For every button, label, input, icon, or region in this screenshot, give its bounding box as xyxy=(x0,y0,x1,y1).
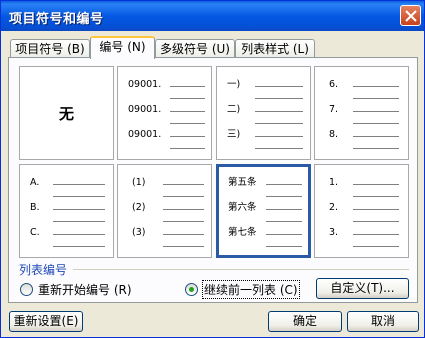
close-icon xyxy=(405,10,417,22)
numbering-option-letters[interactable]: A. B. C. xyxy=(19,164,114,258)
tab-bullets[interactable]: 项目符号 (B) xyxy=(10,39,90,59)
radio-button-checked[interactable] xyxy=(185,283,198,296)
item-number: 6. xyxy=(329,79,339,90)
item-number: C. xyxy=(30,227,40,238)
item-number: 1. xyxy=(329,177,339,188)
item-number: (2) xyxy=(132,202,146,213)
restart-numbering-radio[interactable]: 重新开始编号 (R) xyxy=(20,281,132,298)
numbering-option-chinese-paren[interactable]: 一) 二) 三) xyxy=(216,66,311,160)
list-item: 第七条 xyxy=(219,226,308,240)
ok-button[interactable]: 确定 xyxy=(268,311,342,332)
tab-list-styles[interactable]: 列表样式 (L) xyxy=(235,39,315,59)
continue-list-radio[interactable]: 继续前一列表 (C) xyxy=(185,280,300,299)
numbering-option-6-7-8[interactable]: 6. 7. 8. xyxy=(314,66,409,160)
list-numbering-group-label: 列表编号 xyxy=(19,263,68,277)
title-bar[interactable]: 项目符号和编号 xyxy=(1,1,424,31)
reset-button[interactable]: 重新设置(E) xyxy=(9,311,83,332)
tab-multilevel[interactable]: 多级符号 (U) xyxy=(155,39,235,59)
list-item: A. xyxy=(20,176,113,190)
list-item: 8. xyxy=(315,128,408,142)
list-item: 二) xyxy=(217,103,310,117)
list-item: C. xyxy=(20,226,113,240)
item-number: (1) xyxy=(132,177,146,188)
list-item: 6. xyxy=(315,78,408,92)
list-item: (2) xyxy=(118,201,211,215)
item-number: 09001. xyxy=(128,79,162,90)
item-number: B. xyxy=(30,202,40,213)
list-item: (3) xyxy=(118,226,211,240)
list-item: 第六条 xyxy=(219,201,308,215)
numbering-option-paren-digits[interactable]: (1) (2) (3) xyxy=(117,164,212,258)
item-number: 一) xyxy=(227,79,241,90)
numbering-option-1-2-3[interactable]: 1. 2. 3. xyxy=(314,164,409,258)
numbering-option-articles-selected[interactable]: 第五条 第六条 第七条 xyxy=(216,164,311,258)
tab-numbering[interactable]: 编号 (N) xyxy=(90,36,155,59)
item-number: 09001. xyxy=(128,104,162,115)
numbering-option-none[interactable]: 无 xyxy=(19,66,114,160)
list-item: 一) xyxy=(217,78,310,92)
continue-list-label: 继续前一列表 (C) xyxy=(202,280,300,299)
item-number: 二) xyxy=(227,104,241,115)
list-item: 2. xyxy=(315,201,408,215)
customize-button[interactable]: 自定义(T)... xyxy=(316,278,409,299)
list-item: 1. xyxy=(315,176,408,190)
item-number: 09001. xyxy=(128,129,162,140)
list-item: (1) xyxy=(118,176,211,190)
bullets-and-numbering-dialog: 项目符号和编号 项目符号 (B) 编号 (N) 多级符号 (U) 列表样式 (L… xyxy=(0,0,425,338)
list-item: 09001. xyxy=(118,128,211,142)
radio-button[interactable] xyxy=(20,283,33,296)
dialog-title: 项目符号和编号 xyxy=(9,12,104,27)
item-number: 三) xyxy=(227,129,241,140)
close-button[interactable] xyxy=(400,5,421,26)
group-divider xyxy=(73,269,409,270)
item-number: A. xyxy=(30,177,40,188)
list-item: 09001. xyxy=(118,78,211,92)
item-number: (3) xyxy=(132,227,146,238)
list-item: 7. xyxy=(315,103,408,117)
numbering-option-09001[interactable]: 09001. 09001. 09001. xyxy=(117,66,212,160)
cancel-button[interactable]: 取消 xyxy=(347,311,419,332)
item-number: 第六条 xyxy=(228,202,257,213)
none-label: 无 xyxy=(58,104,74,123)
item-number: 8. xyxy=(329,129,339,140)
list-item: 09001. xyxy=(118,103,211,117)
item-number: 2. xyxy=(329,202,339,213)
list-item: 三) xyxy=(217,128,310,142)
item-number: 3. xyxy=(329,227,339,238)
item-number: 7. xyxy=(329,104,339,115)
item-number: 第七条 xyxy=(228,227,257,238)
restart-numbering-label: 重新开始编号 (R) xyxy=(38,283,132,297)
list-item: 第五条 xyxy=(219,176,308,190)
list-item: 3. xyxy=(315,226,408,240)
item-number: 第五条 xyxy=(228,177,257,188)
list-item: B. xyxy=(20,201,113,215)
